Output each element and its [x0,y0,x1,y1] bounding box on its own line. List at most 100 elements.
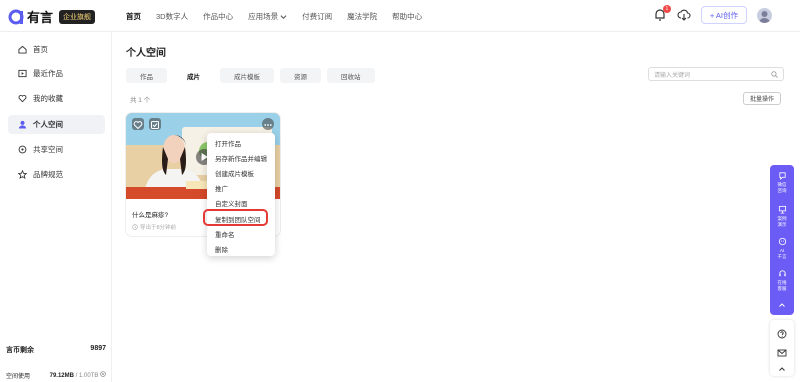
checkbox-icon [151,121,159,129]
notification-button[interactable]: 1 [653,5,671,22]
plus-circle-icon[interactable] [100,371,106,377]
float-collapse[interactable] [770,301,794,311]
avatar-image [759,10,770,23]
recent-icon [18,69,27,78]
content-tabs: 作品 成片 成片模板 资源 回收站 [126,68,381,83]
search-placeholder: 请输入关键词 [654,72,691,79]
top-bar: 有言 企业旗舰 首页 3D数字人 作品中心 应用场景 付费订阅 魔法学院 帮助中… [0,0,800,32]
logo-text: 有言 [27,10,54,25]
float-wechat-consult[interactable]: 微信 咨询 [770,171,794,194]
page-title: 个人空间 [126,48,166,59]
sidebar-item-home[interactable]: 首页 [8,40,105,59]
tab-templates[interactable]: 成片模板 [220,68,274,83]
cloud-download-icon [677,9,691,21]
logo-icon [8,9,24,25]
top-nav: 首页 3D数字人 作品中心 应用场景 付费订阅 魔法学院 帮助中心 [126,0,437,32]
star-icon [18,170,27,179]
ai-create-button[interactable]: + AI创作 [700,6,747,24]
float-label-4b: 客服 [777,286,787,291]
sidebar-item-favorites[interactable]: 我的收藏 [8,89,105,108]
batch-action-button[interactable]: 批量操作 [743,92,782,105]
headset-icon [778,270,786,277]
coins-balance: 言币剩余 9897 [6,345,106,355]
nav-scenarios[interactable]: 应用场景 [248,11,287,22]
chevron-up-icon [779,303,785,307]
share-icon [18,145,27,154]
sidebar-item-label: 最近作品 [33,69,63,78]
sidebar-item-shared-space[interactable]: 共享空间 [8,140,105,159]
chevron-down-icon [280,14,287,19]
menu-delete[interactable]: 删除 [215,244,228,254]
wechat-icon [778,172,786,181]
sidebar-item-label: 我的收藏 [33,94,63,103]
select-checkbox[interactable] [149,118,161,130]
more-options-button[interactable] [262,118,274,130]
sidebar-item-label: 首页 [33,45,48,54]
mail-icon[interactable] [777,348,787,358]
float-ai[interactable]: AI 千言 [770,237,794,260]
demo-icon [778,205,786,214]
storage-usage: 空间使用 79.12MB / 1.00TB [6,371,106,380]
nav-home[interactable]: 首页 [126,11,141,22]
sidebar-item-label: 共享空间 [33,145,63,154]
coins-value: 9897 [90,345,106,352]
storage-label: 空间使用 [6,374,31,380]
nav-help[interactable]: 帮助中心 [392,11,422,22]
download-button[interactable] [677,8,691,22]
storage-total: / 1.00TB [75,373,99,379]
card-title: 什么是麻疹? [132,212,169,219]
item-count: 共 1 个 [130,97,151,104]
home-icon [18,45,27,54]
help-icon[interactable] [777,329,787,339]
float-demo[interactable]: 案例 演示 [770,205,794,228]
nav-scenarios-label: 应用场景 [248,11,279,21]
sidebar-item-personal-space[interactable]: 个人空间 [8,115,105,134]
floating-help-bar [770,320,794,376]
tab-works[interactable]: 作品 [126,68,167,83]
tab-recycle-bin[interactable]: 回收站 [327,68,375,83]
float-label-1b: 咨询 [777,188,787,193]
search-icon [771,71,778,78]
nav-3d-avatar[interactable]: 3D数字人 [156,11,188,22]
heart-icon [18,95,27,103]
tab-resources[interactable]: 资源 [280,68,321,83]
storage-value: 79.12MB / 1.00TB [50,371,106,380]
heart-icon [133,121,143,130]
highlight-annotation [203,209,268,226]
storage-used: 79.12MB [49,373,74,379]
enterprise-badge: 企业旗舰 [59,9,96,24]
menu-promote[interactable]: 推广 [215,183,228,193]
header-actions: 1 + AI创作 [653,5,772,24]
sidebar: 首页 最近作品 我的收藏 个人空间 共享空间 品牌规范 言币剩余 9897 空间… [0,32,112,382]
nav-subscription[interactable]: 付费订阅 [302,11,332,22]
card-export-time: 导出于8分钟前 [140,225,177,231]
sidebar-item-label: 品牌规范 [33,170,63,179]
sidebar-item-recent[interactable]: 最近作品 [8,64,105,83]
more-icon [264,124,272,126]
nav-academy[interactable]: 魔法学院 [347,11,377,22]
menu-save-as-new[interactable]: 另存新作品并编辑 [215,153,267,163]
user-icon [18,120,27,129]
nav-works-center[interactable]: 作品中心 [203,11,233,22]
search-input[interactable]: 请输入关键词 [648,67,784,81]
menu-rename[interactable]: 重命名 [215,229,235,239]
logo[interactable]: 有言 企业旗舰 [8,7,96,26]
notification-badge: 1 [662,5,671,13]
menu-custom-cover[interactable]: 自定义封面 [215,198,248,208]
float-service[interactable]: 在线 客服 [770,269,794,292]
sidebar-item-brand[interactable]: 品牌规范 [8,165,105,184]
ai-icon [778,237,786,246]
avatar[interactable] [757,7,772,23]
float-label-3b: 千言 [777,254,787,259]
favorite-toggle[interactable] [132,118,144,130]
coins-label: 言币剩余 [6,347,34,354]
context-menu: 打开作品 另存新作品并编辑 创建成片模板 推广 自定义封面 复制到团队空间 重命… [207,133,275,256]
clock-icon [132,224,138,230]
sidebar-item-label: 个人空间 [33,120,63,129]
tab-finished[interactable]: 成片 [173,68,214,83]
float-label-2b: 演示 [777,222,787,227]
menu-create-template[interactable]: 创建成片模板 [215,168,254,178]
menu-open-work[interactable]: 打开作品 [215,138,241,148]
card-meta: 导出于8分钟前 [132,223,176,231]
chevron-up-icon[interactable] [778,365,786,373]
